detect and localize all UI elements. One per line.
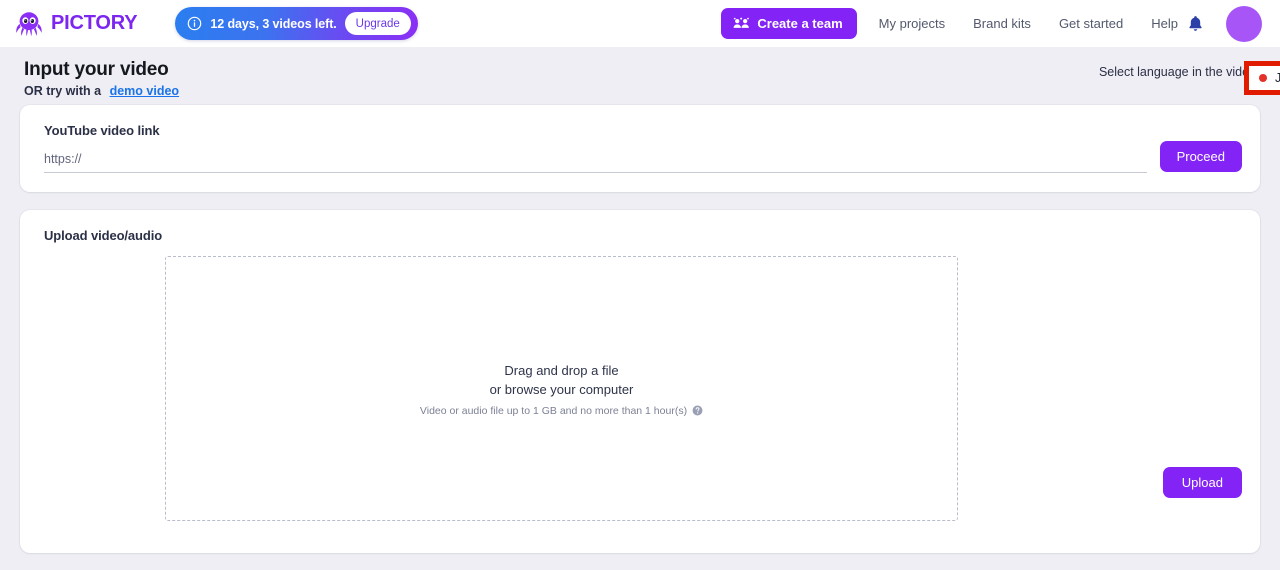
page-subtitle: OR try with a demo video — [24, 84, 179, 98]
language-selector-label: Select language in the video — [1098, 65, 1256, 79]
upload-button[interactable]: Upload — [1162, 467, 1242, 498]
language-selector-area: Select language in the video Japanese, J… — [1098, 59, 1280, 95]
user-avatar[interactable] — [1226, 5, 1262, 42]
trial-status-banner: 12 days, 3 videos left. Upgrade — [175, 7, 418, 40]
proceed-button[interactable]: Proceed — [1159, 141, 1242, 172]
youtube-link-label: YouTube video link — [44, 123, 160, 138]
demo-video-link[interactable]: demo video — [110, 84, 179, 98]
help-circle-icon[interactable] — [692, 405, 703, 416]
brand-name: PICTORY — [51, 12, 138, 34]
dropzone-line-2: or browse your computer — [489, 381, 634, 397]
dropzone-line-1: Drag and drop a file — [504, 362, 619, 378]
upload-card: Upload video/audio Drag and drop a file … — [20, 210, 1260, 553]
language-selector-dropdown[interactable]: Japanese, JA — [1250, 67, 1280, 89]
nav-help[interactable]: Help — [1151, 16, 1178, 31]
dropzone-hint-row: Video or audio file up to 1 GB and no mo… — [420, 405, 703, 417]
subtitle-prefix: OR try with a — [24, 84, 102, 98]
language-selected-value: Japanese, JA — [1274, 71, 1280, 85]
header-nav: Create a team My projects Brand kits Get… — [721, 5, 1262, 42]
trial-status-text: 12 days, 3 videos left. — [210, 16, 337, 31]
upload-card-label: Upload video/audio — [44, 228, 163, 243]
youtube-link-input[interactable] — [44, 151, 1147, 173]
dropzone-hint-text: Video or audio file up to 1 GB and no mo… — [419, 404, 688, 417]
app-header: PICTORY 12 days, 3 videos left. Upgrade — [0, 0, 1280, 47]
nav-get-started[interactable]: Get started — [1059, 16, 1123, 31]
page-header-row: Input your video OR try with a demo vide… — [20, 47, 1280, 105]
youtube-link-card: YouTube video link Proceed — [20, 105, 1260, 192]
brand-logo[interactable]: PICTORY — [14, 9, 138, 39]
nav-brand-kits[interactable]: Brand kits — [973, 16, 1031, 31]
create-a-team-button[interactable]: Create a team — [721, 8, 857, 39]
page-body: Input your video OR try with a demo vide… — [0, 47, 1280, 570]
file-dropzone[interactable]: Drag and drop a file or browse your comp… — [165, 256, 958, 521]
notification-bell-icon — [1188, 15, 1203, 32]
notifications-button[interactable] — [1184, 13, 1206, 35]
page-title-block: Input your video OR try with a demo vide… — [24, 59, 179, 98]
upgrade-button[interactable]: Upgrade — [344, 12, 411, 35]
youtube-input-row — [44, 151, 1242, 173]
nav-my-projects[interactable]: My projects — [879, 16, 945, 31]
info-circle-icon — [187, 16, 202, 31]
language-flag-dot-icon — [1258, 74, 1267, 82]
octopus-logo-icon — [14, 9, 44, 39]
page-title: Input your video — [24, 59, 169, 80]
people-group-icon — [733, 16, 750, 31]
create-a-team-label: Create a team — [757, 16, 843, 31]
